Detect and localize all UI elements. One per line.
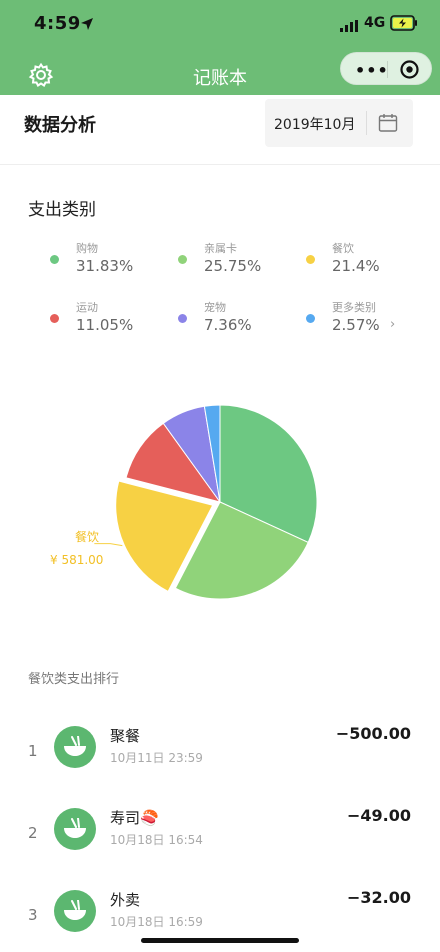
ranking-row[interactable]: 2 寿司🍣 10月18日 16:54 −49.00	[0, 806, 440, 866]
location-arrow-icon	[80, 16, 94, 35]
chevron-right-icon: ›	[390, 317, 396, 332]
dining-bowl-icon	[54, 726, 96, 768]
pie-svg	[94, 404, 318, 600]
more-options-button[interactable]: •••	[355, 61, 389, 80]
expense-time: 10月18日 16:54	[110, 833, 203, 847]
legend-percent: 11.05%	[76, 316, 134, 334]
legend-item-shopping[interactable]: 购物 31.83%	[50, 240, 170, 284]
legend-dot	[50, 255, 59, 264]
month-picker[interactable]: 2019年10月	[265, 99, 413, 147]
analysis-header: 数据分析 2019年10月	[0, 95, 440, 165]
ranking-title: 餐饮类支出排行	[28, 672, 120, 687]
legend-item-family-card[interactable]: 亲属卡 25.75%	[178, 240, 298, 284]
status-bar: 4:59 4G	[0, 0, 440, 50]
expense-time: 10月18日 16:59	[110, 915, 203, 929]
legend-percent: 25.75%	[204, 257, 262, 275]
legend-name: 餐饮	[332, 242, 354, 255]
mini-program-capsule: •••	[340, 52, 432, 85]
capsule-divider	[387, 61, 388, 78]
dining-bowl-icon	[54, 890, 96, 932]
rank-number: 2	[28, 824, 38, 842]
signal-icon	[340, 17, 360, 36]
rank-number: 3	[28, 906, 38, 924]
expense-amount: −500.00	[335, 724, 411, 743]
close-target-icon[interactable]	[399, 59, 420, 84]
legend-dot	[306, 255, 315, 264]
categories-title: 支出类别	[28, 200, 96, 220]
legend-name: 宠物	[204, 301, 226, 314]
pie-callout-value: ¥ 581.00	[50, 553, 104, 567]
legend-item-more-categories[interactable]: 更多类别 2.57% ›	[306, 299, 426, 343]
status-time: 4:59	[34, 13, 81, 34]
page-title: 数据分析	[24, 115, 96, 136]
expense-amount: −32.00	[346, 888, 411, 907]
legend-dot	[178, 255, 187, 264]
date-divider	[366, 111, 367, 135]
legend-name: 更多类别	[332, 301, 376, 314]
legend-name: 亲属卡	[204, 242, 237, 255]
legend-percent: 2.57%	[332, 316, 380, 334]
legend-name: 购物	[76, 242, 98, 255]
ranking-row[interactable]: 1 聚餐 10月11日 23:59 −500.00	[0, 724, 440, 784]
expense-name: 寿司🍣	[110, 809, 159, 827]
selected-month: 2019年10月	[274, 117, 356, 133]
dining-bowl-icon	[54, 808, 96, 850]
battery-charging-icon	[390, 15, 418, 35]
legend-percent: 7.36%	[204, 316, 252, 334]
legend-item-dining[interactable]: 餐饮 21.4%	[306, 240, 426, 284]
legend-percent: 21.4%	[332, 257, 380, 275]
pie-callout-label: 餐饮	[75, 530, 100, 544]
legend-item-sports[interactable]: 运动 11.05%	[50, 299, 170, 343]
legend-dot	[306, 314, 315, 323]
rank-number: 1	[28, 742, 38, 760]
expense-pie-chart	[0, 380, 440, 620]
top-bar: 4:59 4G 记账本 •••	[0, 0, 440, 95]
legend-percent: 31.83%	[76, 257, 134, 275]
expense-time: 10月11日 23:59	[110, 751, 203, 765]
legend-item-pets[interactable]: 宠物 7.36%	[178, 299, 298, 343]
legend-name: 运动	[76, 301, 98, 314]
legend-dot	[178, 314, 187, 323]
expense-name: 外卖	[110, 891, 141, 909]
legend-dot	[50, 314, 59, 323]
network-type: 4G	[364, 15, 386, 31]
expense-amount: −49.00	[346, 806, 411, 825]
calendar-icon[interactable]	[378, 113, 398, 137]
home-indicator	[141, 938, 299, 943]
expense-name: 聚餐	[110, 727, 141, 745]
